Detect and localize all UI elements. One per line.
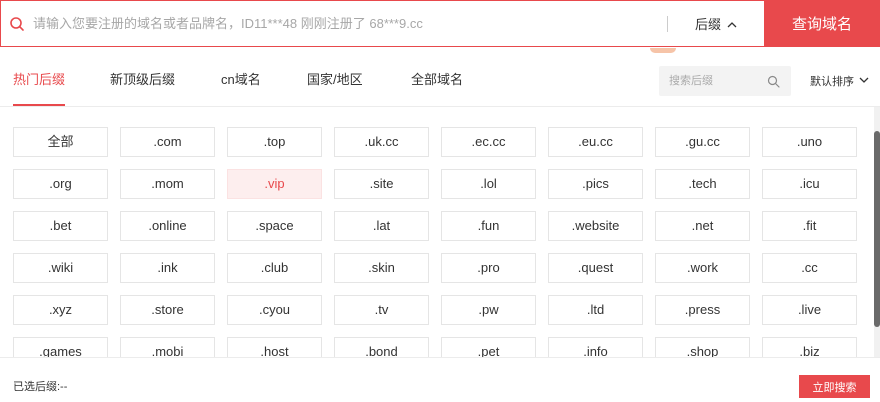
search-now-button[interactable]: 立即搜索 bbox=[799, 375, 870, 398]
suffix-option[interactable]: 全部 bbox=[13, 127, 108, 157]
suffix-option[interactable]: .pro bbox=[441, 253, 536, 283]
search-icon bbox=[1, 1, 33, 46]
suffix-option[interactable]: .host bbox=[227, 337, 322, 357]
suffix-option[interactable]: .xyz bbox=[13, 295, 108, 325]
suffix-option[interactable]: .skin bbox=[334, 253, 429, 283]
suffix-option[interactable]: .bet bbox=[13, 211, 108, 241]
suffix-option[interactable]: .lat bbox=[334, 211, 429, 241]
suffix-option[interactable]: .online bbox=[120, 211, 215, 241]
suffix-option[interactable]: .icu bbox=[762, 169, 857, 199]
suffix-option[interactable]: .tech bbox=[655, 169, 750, 199]
suffix-option[interactable]: .mom bbox=[120, 169, 215, 199]
suffix-toggle-label: 后缀 bbox=[694, 17, 721, 32]
suffix-option[interactable]: .pet bbox=[441, 337, 536, 357]
suffix-filter-input[interactable] bbox=[659, 66, 759, 96]
tab-all-domains[interactable]: 全部域名 bbox=[411, 56, 463, 106]
suffix-filter-box bbox=[659, 66, 791, 96]
suffix-option[interactable]: .cc bbox=[762, 253, 857, 283]
suffix-option[interactable]: .eu.cc bbox=[548, 127, 643, 157]
sort-dropdown[interactable]: 默认排序 bbox=[810, 66, 869, 96]
suffix-grid-area: 全部 .com .top .uk.cc .ec.cc .eu.cc .gu.cc .uno .o… bbox=[0, 107, 880, 357]
suffix-option[interactable]: .quest bbox=[548, 253, 643, 283]
scrollbar-thumb[interactable] bbox=[874, 131, 880, 327]
suffix-option[interactable]: .store bbox=[120, 295, 215, 325]
suffix-option[interactable]: .bond bbox=[334, 337, 429, 357]
suffix-option[interactable]: .biz bbox=[762, 337, 857, 357]
selected-suffixes-label: 已选后缀:-- bbox=[13, 381, 68, 393]
suffix-option[interactable]: .shop bbox=[655, 337, 750, 357]
suffix-option[interactable]: .ink bbox=[120, 253, 215, 283]
suffix-option[interactable]: .pw bbox=[441, 295, 536, 325]
suffix-option[interactable]: .info bbox=[548, 337, 643, 357]
suffix-toggle[interactable]: 后缀 bbox=[668, 1, 764, 46]
domain-search-bar: 后缀 查询域名 bbox=[0, 0, 880, 47]
suffix-option[interactable]: .lol bbox=[441, 169, 536, 199]
suffix-option[interactable]: .website bbox=[548, 211, 643, 241]
suffix-option[interactable]: .uk.cc bbox=[334, 127, 429, 157]
suffix-option[interactable]: .press bbox=[655, 295, 750, 325]
suffix-option[interactable]: .vip bbox=[227, 169, 322, 199]
suffix-option[interactable]: .live bbox=[762, 295, 857, 325]
chevron-down-icon bbox=[859, 75, 869, 87]
suffix-option[interactable]: .fit bbox=[762, 211, 857, 241]
suffix-option[interactable]: .pics bbox=[548, 169, 643, 199]
suffix-option[interactable]: .com bbox=[120, 127, 215, 157]
suffix-option[interactable]: .net bbox=[655, 211, 750, 241]
suffix-option[interactable]: .ltd bbox=[548, 295, 643, 325]
query-domain-button[interactable]: 查询域名 bbox=[764, 0, 880, 47]
chevron-up-icon bbox=[727, 16, 737, 31]
tab-country-region[interactable]: 国家/地区 bbox=[307, 56, 363, 106]
suffix-option[interactable]: .mobi bbox=[120, 337, 215, 357]
suffix-option[interactable]: .fun bbox=[441, 211, 536, 241]
suffix-option[interactable]: .org bbox=[13, 169, 108, 199]
suffix-option[interactable]: .gu.cc bbox=[655, 127, 750, 157]
suffix-option[interactable]: .work bbox=[655, 253, 750, 283]
tab-hot-suffixes[interactable]: 热门后缀 bbox=[13, 56, 66, 106]
suffix-option[interactable]: .wiki bbox=[13, 253, 108, 283]
footer-bar: 已选后缀:-- 立即搜索 bbox=[0, 357, 880, 402]
suffix-grid: 全部 .com .top .uk.cc .ec.cc .eu.cc .gu.cc .uno .o… bbox=[13, 127, 857, 357]
suffix-option[interactable]: .site bbox=[334, 169, 429, 199]
tab-cn-domains[interactable]: cn域名 bbox=[221, 56, 261, 106]
suffix-option[interactable]: .uno bbox=[762, 127, 857, 157]
suffix-option[interactable]: .space bbox=[227, 211, 322, 241]
background-decoration bbox=[650, 48, 676, 53]
domain-search-input[interactable] bbox=[33, 1, 667, 46]
suffix-category-tabs: 热门后缀 新顶级后缀 cn域名 国家/地区 全部域名 默认排序 bbox=[0, 56, 880, 107]
search-icon[interactable] bbox=[759, 66, 787, 96]
sort-label: 默认排序 bbox=[810, 76, 854, 88]
scrollbar[interactable] bbox=[874, 107, 880, 357]
suffix-option[interactable]: .games bbox=[13, 337, 108, 357]
suffix-option[interactable]: .club bbox=[227, 253, 322, 283]
suffix-option[interactable]: .tv bbox=[334, 295, 429, 325]
suffix-option[interactable]: .ec.cc bbox=[441, 127, 536, 157]
tab-new-gtld[interactable]: 新顶级后缀 bbox=[110, 56, 175, 106]
suffix-option[interactable]: .top bbox=[227, 127, 322, 157]
suffix-option[interactable]: .cyou bbox=[227, 295, 322, 325]
